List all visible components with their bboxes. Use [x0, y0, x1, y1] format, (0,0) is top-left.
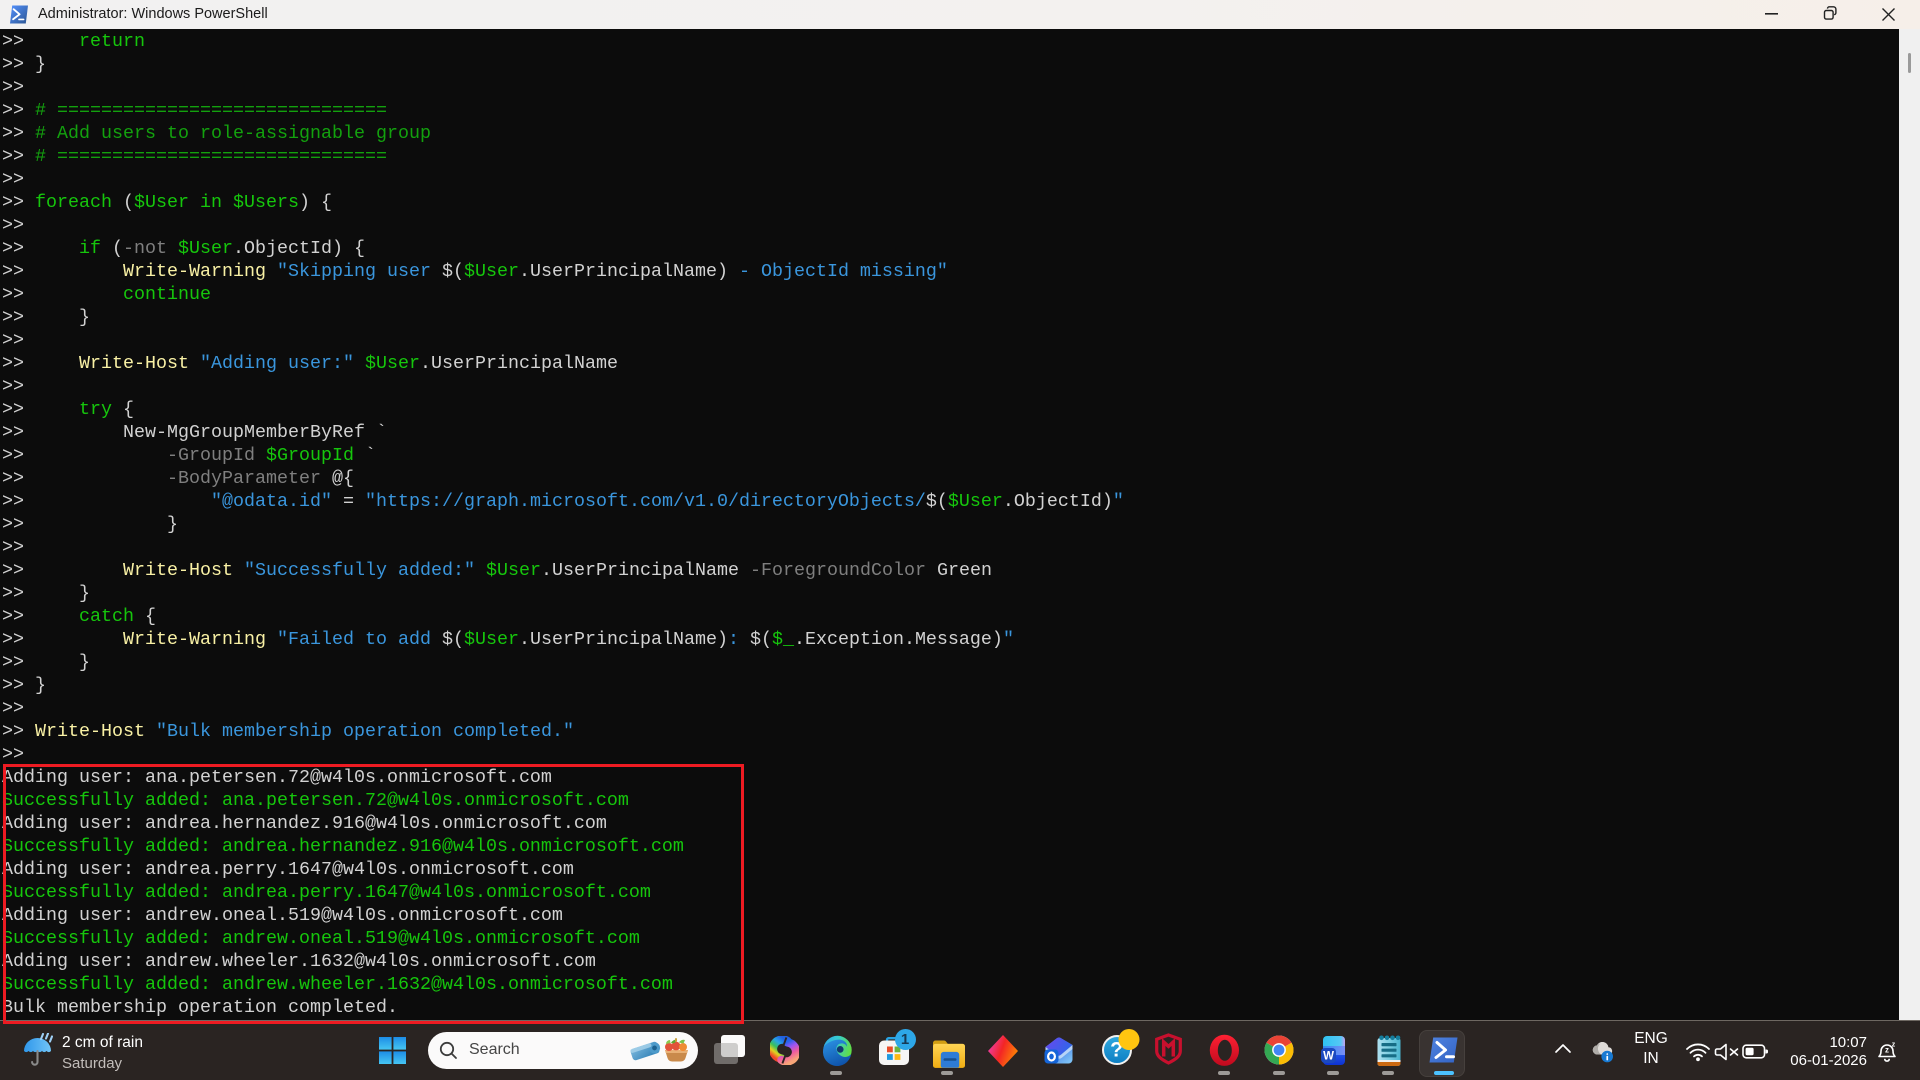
- svg-text:z: z: [1892, 1042, 1896, 1049]
- svg-text:z: z: [1885, 1046, 1889, 1055]
- svg-text:W: W: [1323, 1050, 1334, 1062]
